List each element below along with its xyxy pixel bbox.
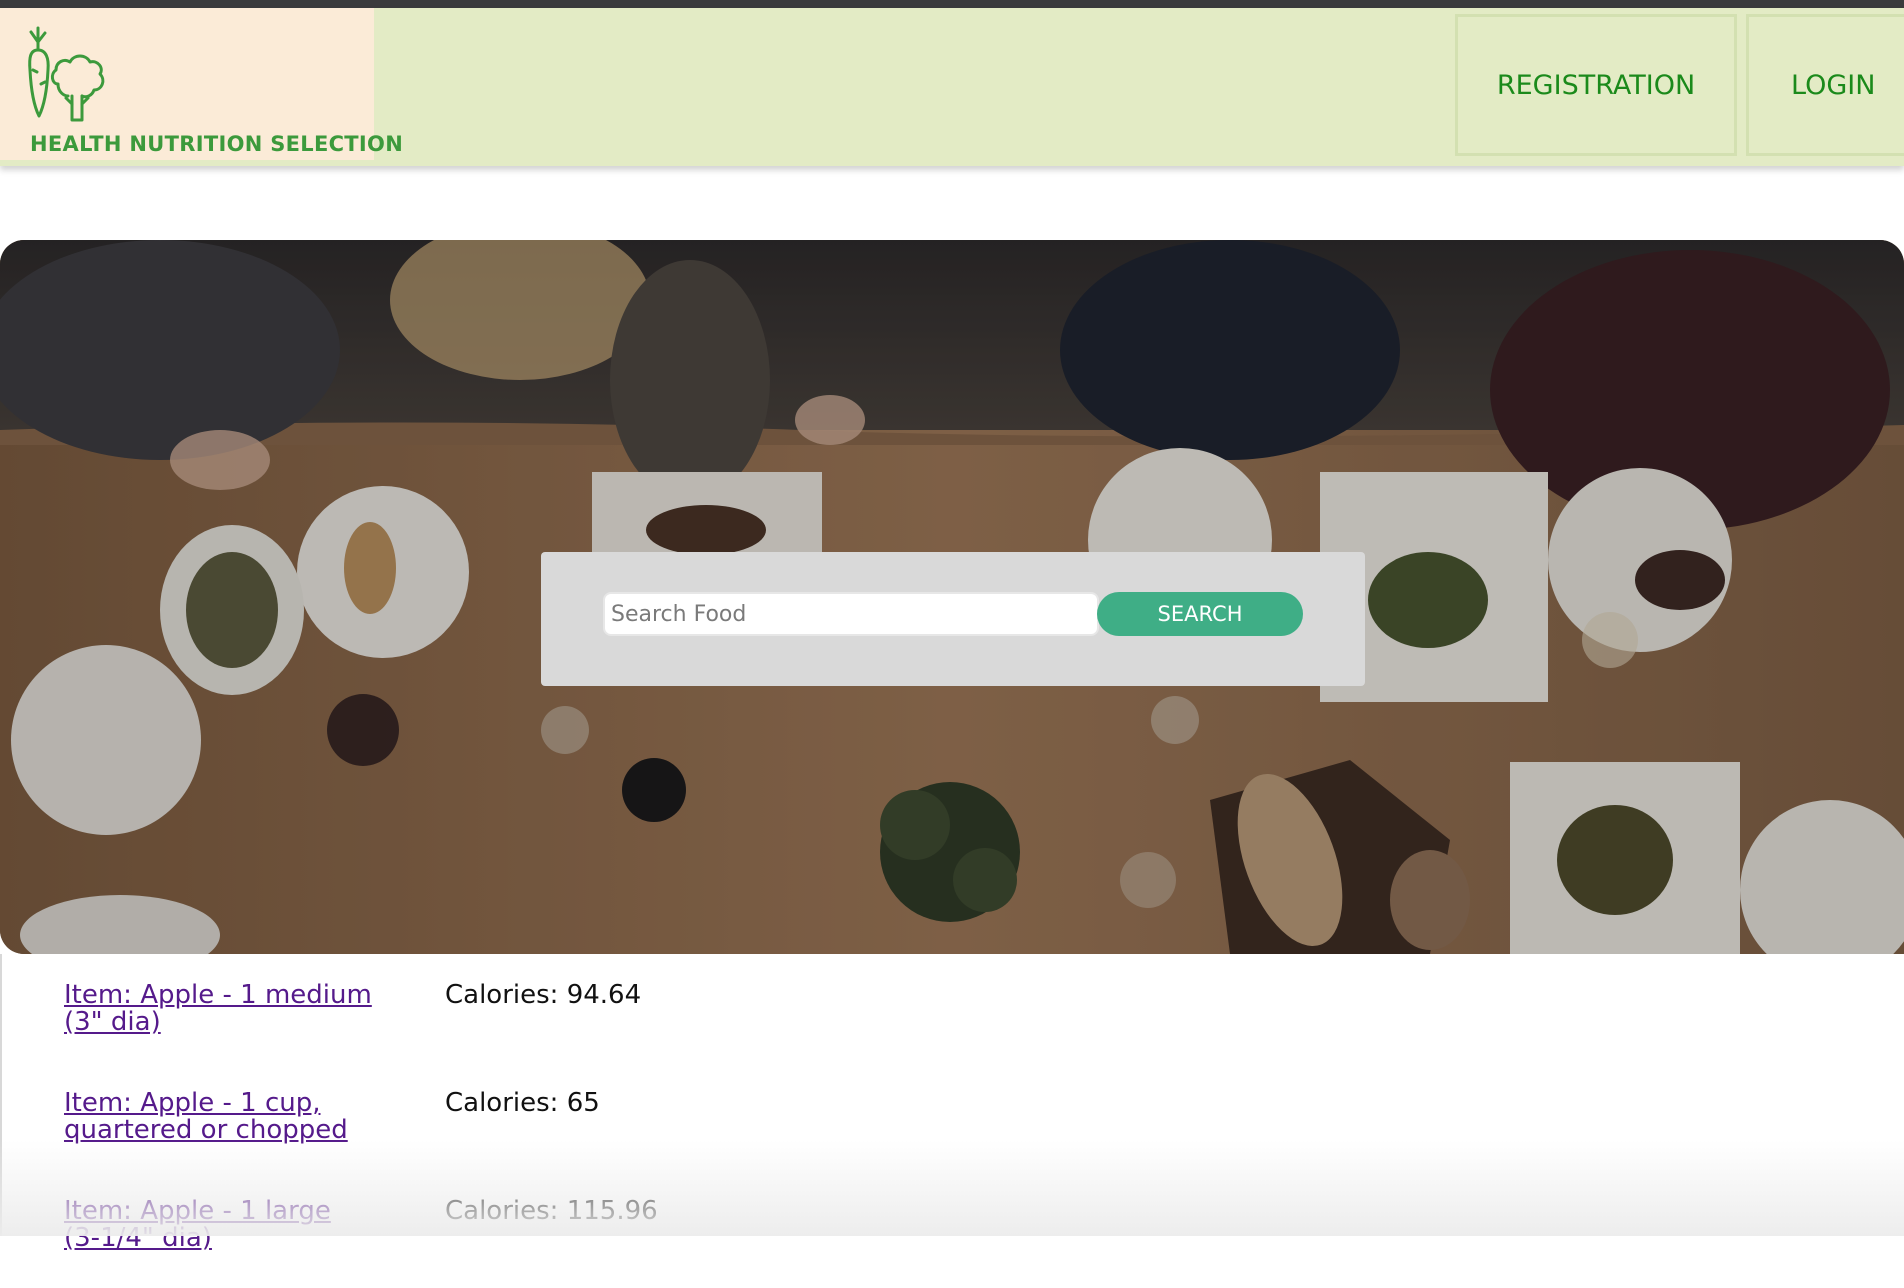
list-item: Item: Apple - 1 medium (3" dia) Calories…: [64, 982, 1664, 1072]
search-button[interactable]: SEARCH: [1097, 592, 1303, 636]
list-item: Item: Apple - 1 large (3-1/4" dia) Calor…: [64, 1198, 1664, 1288]
logo[interactable]: HEALTH NUTRITION SELECTION: [0, 8, 403, 160]
browser-top-bar: [0, 0, 1904, 8]
list-item: Item: Apple - 1 cup, quartered or choppe…: [64, 1090, 1664, 1180]
login-button[interactable]: LOGIN: [1746, 14, 1904, 156]
calories-value: Calories: 65: [445, 1088, 600, 1118]
brand-name: HEALTH NUTRITION SELECTION: [30, 132, 404, 156]
broccoli-icon: [50, 54, 105, 122]
food-item-link[interactable]: Item: Apple - 1 cup, quartered or choppe…: [64, 1090, 374, 1144]
carrot-broccoli-icon: [28, 26, 105, 122]
food-item-link[interactable]: Item: Apple - 1 medium (3" dia): [64, 982, 374, 1036]
site-header: HEALTH NUTRITION SELECTION REGISTRATION …: [0, 8, 1904, 166]
search-food-input[interactable]: [603, 592, 1099, 636]
food-item-link[interactable]: Item: Apple - 1 large (3-1/4" dia): [64, 1198, 374, 1252]
registration-button[interactable]: REGISTRATION: [1455, 14, 1737, 156]
carrot-icon: [28, 26, 50, 118]
calories-value: Calories: 94.64: [445, 980, 642, 1010]
search-panel: SEARCH: [541, 552, 1365, 686]
calories-value: Calories: 115.96: [445, 1196, 658, 1226]
results-list: Item: Apple - 1 medium (3" dia) Calories…: [0, 954, 1904, 1252]
